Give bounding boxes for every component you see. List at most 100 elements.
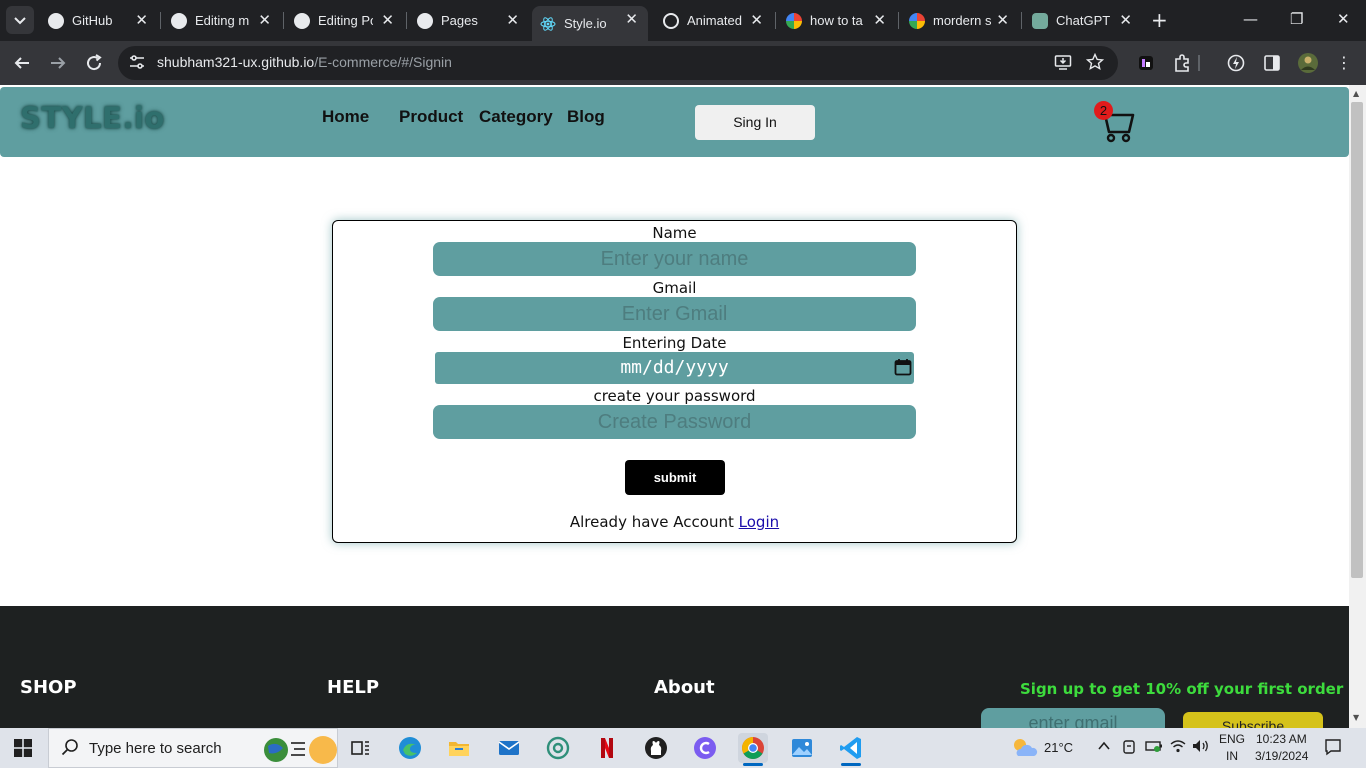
nav-home[interactable]: Home [322,107,369,127]
date-input[interactable]: mm/dd/yyyy [435,352,914,384]
login-prompt-text: Already have Account [569,513,734,531]
tab-style-io[interactable]: Style.io ✕ [532,6,648,41]
date-label: Entering Date [622,334,727,352]
calendar-icon[interactable] [894,358,912,376]
signin-button[interactable]: Sing In [695,105,815,140]
side-panel-icon[interactable] [1260,51,1284,75]
login-link[interactable]: Login [739,513,779,531]
temperature-text: 21°C [1044,740,1074,755]
back-button[interactable] [10,51,34,75]
task-view-icon[interactable] [345,733,375,763]
nav-product[interactable]: Product [399,107,463,127]
gmail-input[interactable]: Enter Gmail [433,297,916,331]
login-prompt: Already have Account Login [333,513,1016,531]
restore-button[interactable]: ❐ [1290,10,1303,28]
tab-search-button[interactable] [6,6,34,34]
install-app-icon[interactable] [1054,53,1072,75]
close-icon[interactable]: ✕ [625,10,638,28]
cart-count-badge: 2 [1094,101,1113,120]
address-bar[interactable]: shubham321-ux.github.io/E-commerce/#/Sig… [118,46,1118,80]
subscribe-button[interactable]: Subscribe [1183,712,1323,728]
tab-editing-m[interactable]: Editing m ✕ [163,7,281,34]
browser-toolbar: shubham321-ux.github.io/E-commerce/#/Sig… [0,41,1366,85]
notification-icon[interactable] [1324,738,1342,760]
arrow-right-icon [51,57,66,69]
tab-pages[interactable]: Pages ✕ [409,7,529,34]
site-settings-icon[interactable] [128,53,146,75]
github-icon [48,12,64,29]
github-icon [417,12,433,29]
clock-time[interactable]: 10:23 AM [1256,732,1307,746]
netflix-icon[interactable] [592,733,622,763]
forward-button[interactable] [46,51,70,75]
tab-divider [283,12,284,29]
chrome-icon[interactable] [738,733,768,766]
close-icon[interactable]: ✕ [506,11,519,29]
name-placeholder: Enter your name [600,248,749,270]
tab-how-to[interactable]: how to ta ✕ [778,7,896,34]
extensions-puzzle-icon[interactable] [1170,51,1194,75]
wifi-icon[interactable] [1170,739,1186,757]
new-tab-button[interactable]: + [1151,8,1168,32]
google-icon [909,12,925,29]
nav-blog[interactable]: Blog [567,107,605,127]
vscode-icon[interactable] [836,733,866,766]
close-icon[interactable]: ✕ [1119,11,1132,29]
weather-icon[interactable] [1010,736,1038,764]
taskbar-search[interactable]: Type here to search [48,728,338,768]
password-input[interactable]: Create Password [433,405,916,439]
chatgpt-app-icon[interactable] [543,733,573,763]
canva-icon[interactable] [690,733,720,763]
newsletter-email-input[interactable]: enter gmail [981,708,1165,728]
tab-divider [775,12,776,29]
brand-logo[interactable]: STYLE.io [20,101,165,135]
nav-category[interactable]: Category [479,107,553,127]
edge-icon[interactable] [395,733,425,763]
reload-icon [87,54,102,71]
scroll-down-icon[interactable]: ▼ [1353,713,1359,722]
close-icon[interactable]: ✕ [750,11,763,29]
tab-github[interactable]: GitHub ✕ [40,7,158,34]
performance-icon[interactable] [1224,51,1248,75]
language-top[interactable]: ENG [1219,732,1245,746]
more-menu-icon[interactable]: ⋮ [1332,51,1356,75]
globe-icon [663,12,679,29]
search-highlight-icon [261,733,337,767]
clock-date[interactable]: 3/19/2024 [1255,749,1308,763]
bookmark-star-icon[interactable] [1085,52,1105,75]
device-icon[interactable] [1122,739,1136,759]
gmail-placeholder: Enter Gmail [621,303,728,325]
scrollbar-thumb[interactable] [1351,102,1363,578]
close-window-button[interactable]: ✕ [1337,10,1350,28]
tab-chatgpt[interactable]: ChatGPT ✕ [1024,7,1142,34]
page-scrollbar[interactable]: ▲ ▼ [1349,85,1366,728]
close-icon[interactable]: ✕ [996,11,1009,29]
windows-start-icon[interactable] [14,739,32,757]
reload-button[interactable] [82,51,106,75]
tab-mordern[interactable]: mordern s ✕ [901,7,1019,34]
submit-button[interactable]: submit [625,460,725,495]
close-icon[interactable]: ✕ [258,11,271,29]
battery-icon[interactable] [1145,739,1163,757]
close-icon[interactable]: ✕ [135,11,148,29]
scroll-up-icon[interactable]: ▲ [1353,89,1359,98]
mail-icon[interactable] [494,733,524,763]
volume-icon[interactable] [1192,739,1210,757]
close-icon[interactable]: ✕ [381,11,394,29]
toolbar-divider [1198,55,1200,71]
github-desktop-icon[interactable] [641,733,671,763]
google-icon [786,12,802,29]
language-bottom[interactable]: IN [1226,749,1238,763]
extension-icon[interactable] [1134,51,1158,75]
tab-animated[interactable]: Animated ✕ [655,7,773,34]
footer-about-heading: About [654,677,715,698]
close-icon[interactable]: ✕ [873,11,886,29]
name-input[interactable]: Enter your name [433,242,916,276]
file-explorer-icon[interactable] [444,733,474,763]
tab-editing-po[interactable]: Editing Po ✕ [286,7,404,34]
minimize-button[interactable]: — [1243,10,1258,28]
photos-icon[interactable] [787,733,817,763]
chevron-up-icon[interactable] [1097,739,1111,757]
site-footer: SHOP HELP About Sign up to get 10% off y… [0,606,1349,728]
profile-avatar[interactable] [1296,51,1320,75]
